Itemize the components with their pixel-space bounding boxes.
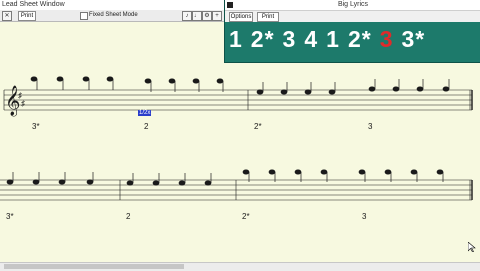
chord-label[interactable]: 3* [32,122,40,131]
notes-row2-measure1 [6,172,94,185]
lyrics-token: 1 [326,26,340,52]
fixed-sheet-label: Fixed Sheet Mode [89,12,138,18]
note-icon[interactable]: ♩ [192,11,202,21]
big-lyrics-title: Big Lyrics [337,1,369,8]
staff-top [3,89,473,111]
sharp-icon: ♯ [21,99,25,108]
chord-label[interactable]: 2* [242,212,250,221]
notes-row1-measure2 [256,79,450,95]
x-icon[interactable]: ✕ [2,11,12,21]
lead-sheet-title: Lead Sheet Window [2,1,65,8]
big-lyrics-titlebar: Big Lyrics [225,0,480,11]
notes-row2-measure2 [126,173,212,186]
chord-icon[interactable]: ♪ [182,11,192,21]
gear-icon[interactable]: ⚙ [202,11,212,21]
lyrics-token: 1 [229,26,243,52]
lyrics-token: 4 [304,26,319,52]
big-lyrics-window: Big Lyrics Options Print 1 2* 3 4 1 2* 3 3* [224,0,480,63]
lyrics-token: 3 [282,26,297,52]
mouse-cursor-icon [468,242,476,252]
fixed-sheet-checkbox[interactable] [80,12,88,20]
lyrics-token: 3* [401,26,426,52]
lyrics-token: 2* [250,26,275,52]
plus-icon[interactable]: + [212,11,222,21]
lyrics-token-current: 3 [379,26,394,52]
chord-label[interactable]: 3 [362,212,366,221]
lyrics-token: 2* [347,26,372,52]
chord-label[interactable]: 3* [6,212,14,221]
chord-label[interactable]: 3 [368,122,372,131]
big-lyrics-toolbar: Options Print [225,11,480,22]
staff-bottom [0,179,473,201]
treble-clef-icon: 𝄞 [5,85,20,117]
print-button[interactable]: Print [257,12,279,22]
lyrics-display: 1 2* 3 4 1 2* 3 3* [229,26,433,53]
options-button[interactable]: Options [229,12,253,22]
chord-label[interactable]: 2* [254,122,262,131]
print-button[interactable]: Print [18,11,36,21]
selection-marker[interactable]: 1/2x [138,110,152,116]
chord-label[interactable]: 2 [126,212,130,221]
scrollbar-thumb[interactable] [4,264,184,269]
chord-label[interactable]: 2 [144,122,148,131]
